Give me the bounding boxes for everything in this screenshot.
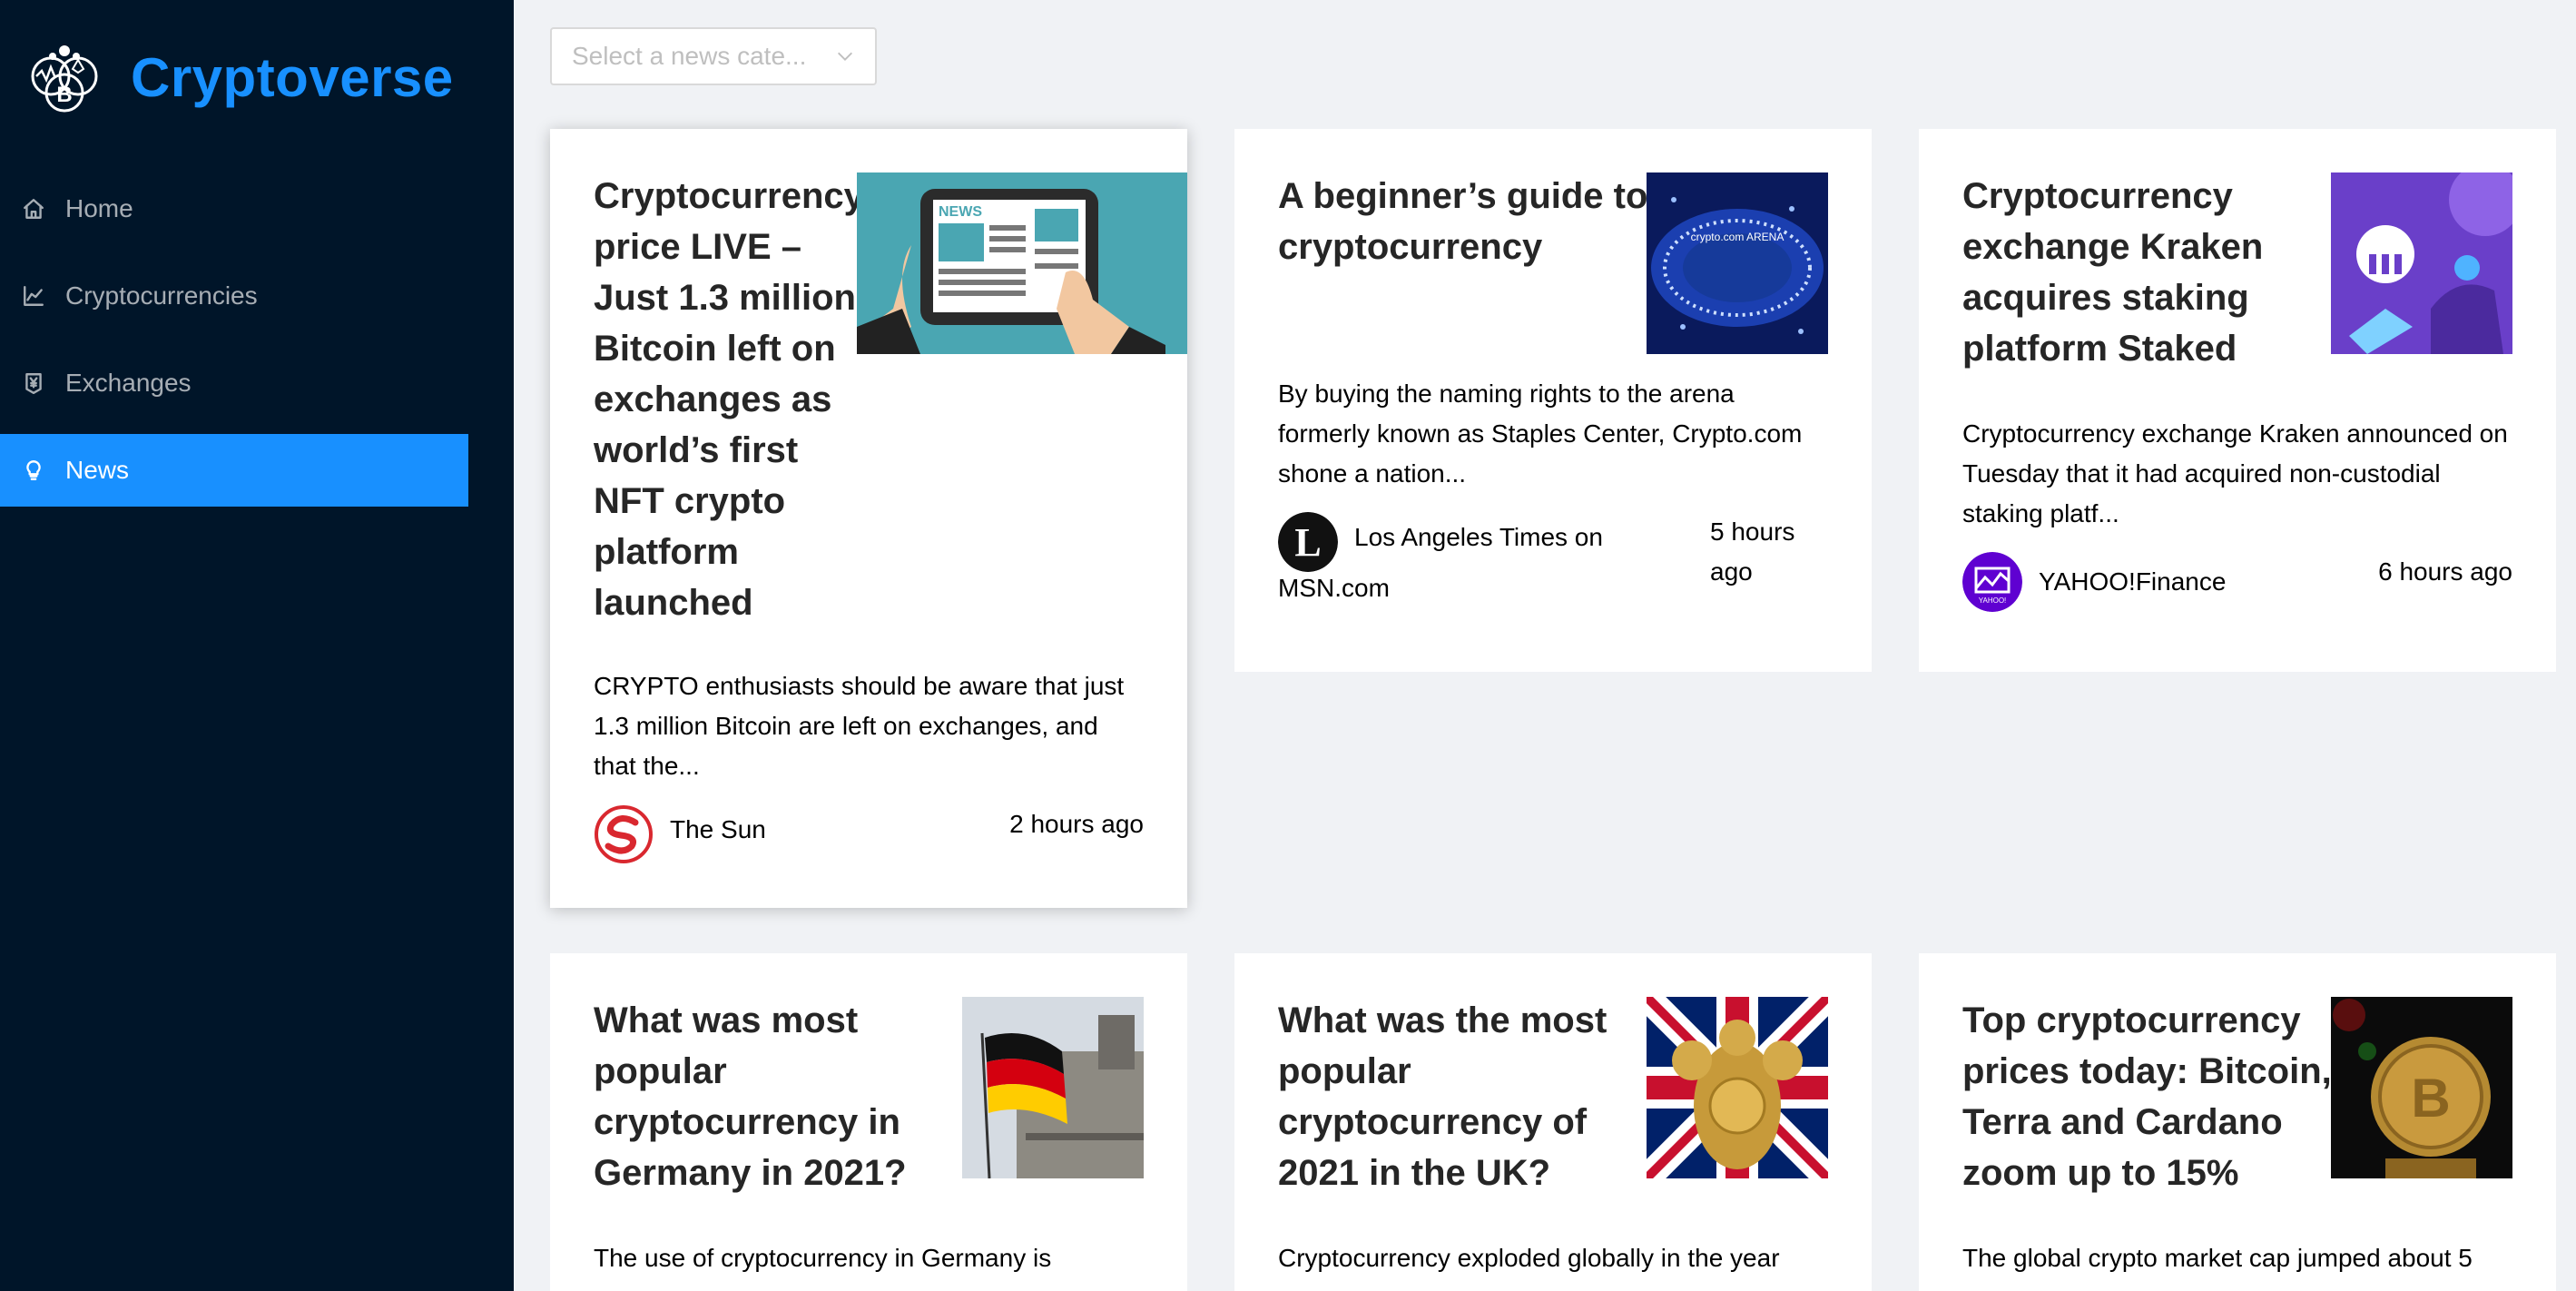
provider-name: YAHOO!Finance	[2039, 567, 2227, 596]
news-card[interactable]: What was the most popular cryptocurrency…	[1234, 953, 1872, 1291]
news-provider-row: L Los Angeles Times on MSN.com 5 hours a…	[1278, 512, 1828, 602]
news-provider-row: YAHOO! YAHOO!Finance 6 hours ago	[1962, 552, 2512, 612]
news-category-select[interactable]: Select a news cate...	[550, 27, 877, 85]
news-title: What was the most popular cryptocurrency…	[1278, 1000, 1608, 1193]
chevron-down-icon	[838, 52, 852, 61]
news-image	[1647, 997, 1828, 1178]
news-time: 2 hours ago	[1009, 810, 1144, 838]
bulb-icon	[26, 460, 41, 480]
sidebar-item-news[interactable]: News	[0, 434, 468, 507]
news-image: NEWS	[857, 172, 1187, 354]
provider-name: The Sun	[670, 815, 766, 843]
logo-row: B Cryptoverse	[25, 36, 454, 118]
line-chart-icon	[24, 286, 44, 306]
news-description: The use of cryptocurrency in Germany is	[594, 1244, 1052, 1272]
news-time: 5 hours ago	[1710, 517, 1795, 586]
home-icon	[24, 199, 44, 219]
sidebar-item-label: Home	[65, 194, 133, 222]
news-time: 6 hours ago	[2378, 557, 2512, 586]
app-title-link[interactable]: Cryptoverse	[131, 46, 454, 109]
news-title: What was most popular cryptocurrency in …	[594, 1000, 907, 1193]
svg-text:B: B	[2411, 1068, 2450, 1128]
provider-avatar	[594, 804, 654, 864]
news-title: A beginner’s guide to cryptocurrency	[1278, 176, 1648, 267]
news-image: B	[2331, 997, 2512, 1178]
news-card[interactable]: Cryptocurrency price LIVE – Just 1.3 mil…	[550, 129, 1187, 908]
provider-name: Los Angeles Times on MSN.com	[1278, 523, 1603, 602]
news-image: crypto.com ARENA	[1647, 172, 1828, 354]
sidebar-item-exchanges[interactable]: Exchanges	[0, 347, 468, 419]
logo-icon: B	[31, 45, 98, 113]
news-description: The global crypto market cap jumped abou…	[1962, 1244, 2473, 1272]
svg-text:B: B	[56, 83, 72, 107]
sidebar-item-cryptocurrencies[interactable]: Cryptocurrencies	[0, 260, 468, 332]
news-description: By buying the naming rights to the arena…	[1278, 379, 1803, 488]
news-image	[2331, 172, 2512, 354]
yahoo-label: YAHOO!	[1979, 596, 2007, 605]
news-image-label: NEWS	[939, 204, 982, 220]
news-title: Cryptocurrency price LIVE – Just 1.3 mil…	[594, 176, 864, 623]
sidebar-item-label: Cryptocurrencies	[65, 281, 258, 310]
news-description: Cryptocurrency exchange Kraken announced…	[1962, 419, 2508, 527]
news-description: CRYPTO enthusiasts should be aware that …	[594, 672, 1125, 780]
provider-avatar: YAHOO!	[1962, 552, 2022, 612]
sidebar: B Cryptoverse Home Cryptocurrencies Exch…	[0, 0, 514, 1291]
news-card[interactable]: A beginner’s guide to cryptocurrency cry…	[1234, 129, 1872, 672]
money-collect-icon	[25, 373, 42, 395]
news-title: Cryptocurrency exchange Kraken acquires …	[1962, 176, 2264, 369]
news-image	[962, 997, 1144, 1178]
sidebar-item-label: Exchanges	[65, 369, 192, 397]
arena-label: crypto.com ARENA	[1691, 231, 1785, 243]
news-provider-row: The Sun 2 hours ago	[594, 804, 1144, 864]
news-card[interactable]: Cryptocurrency exchange Kraken acquires …	[1919, 129, 2556, 672]
news-title: Top cryptocurrency prices today: Bitcoin…	[1962, 1000, 2332, 1193]
sidebar-item-home[interactable]: Home	[0, 172, 468, 245]
sidebar-menu: Home Cryptocurrencies Exchanges News	[0, 172, 468, 521]
news-card[interactable]: Top cryptocurrency prices today: Bitcoin…	[1919, 953, 2556, 1291]
select-placeholder: Select a news cate...	[572, 42, 807, 70]
news-card[interactable]: What was most popular cryptocurrency in …	[550, 953, 1187, 1291]
news-description: Cryptocurrency exploded globally in the …	[1278, 1244, 1780, 1272]
sidebar-item-label: News	[65, 456, 130, 484]
